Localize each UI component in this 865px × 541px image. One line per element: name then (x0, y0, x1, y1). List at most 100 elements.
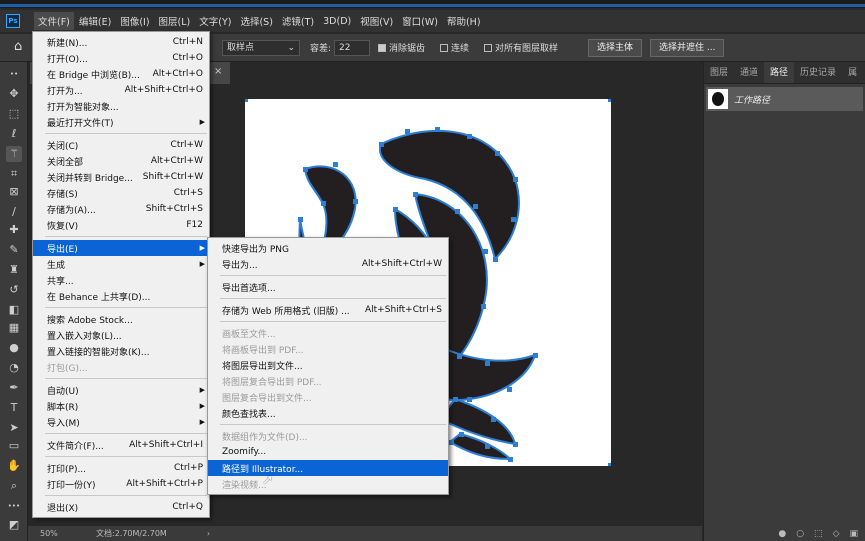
select-subject-button[interactable]: 选择主体 (588, 39, 643, 57)
export-menu-item-5[interactable]: 存储为 Web 所用格式 (旧版) ... Alt+Shift+Ctrl+S (208, 302, 448, 318)
magic-wand-tool-icon[interactable]: ⚚ (6, 146, 22, 162)
blur-tool-icon[interactable]: ● (6, 340, 22, 356)
menu-filter[interactable]: 滤镜(T) (278, 12, 318, 30)
lasso-tool-icon[interactable]: ℓ (6, 126, 22, 142)
eraser-tool-icon[interactable]: ◧ (6, 302, 22, 318)
zoom-level[interactable]: 50% (40, 529, 80, 538)
menu-item-label: Zoomify... (222, 447, 267, 457)
file-menu-item-19[interactable]: 搜索 Adobe Stock... (33, 311, 209, 327)
tab-paths[interactable]: 路径 (764, 62, 795, 83)
close-tab-icon[interactable]: × (214, 66, 222, 77)
add-mask-icon[interactable]: ▣ (849, 529, 858, 539)
more-tools-icon[interactable]: ••• (6, 498, 22, 514)
export-menu-item-12[interactable]: 颜色查找表... (208, 405, 448, 421)
type-tool-icon[interactable]: T (6, 400, 22, 416)
tab-layers[interactable]: 图层 (704, 62, 734, 83)
file-menu-item-20[interactable]: 置入嵌入对象(L)... (33, 327, 209, 343)
zoom-tool-icon[interactable]: ⌕ (6, 478, 22, 494)
menu-layer[interactable]: 图层(L) (155, 12, 195, 30)
file-menu-item-10[interactable]: 存储(S) Ctrl+S (33, 185, 209, 201)
file-menu-item-1[interactable]: 打开(O)... Ctrl+O (33, 50, 209, 66)
file-menu-item-8[interactable]: 关闭全部 Alt+Ctrl+W (33, 153, 209, 169)
export-menu-item-1[interactable]: 导出为... Alt+Shift+Ctrl+W (208, 256, 448, 272)
menu-select[interactable]: 选择(S) (236, 12, 276, 30)
menu-3d[interactable]: 3D(D) (319, 14, 355, 29)
frame-tool-icon[interactable]: ⊠ (6, 184, 22, 200)
brush-tool-icon[interactable]: ✎ (6, 242, 22, 258)
file-menu-item-30[interactable]: 打印(P)... Ctrl+P (33, 460, 209, 476)
menu-item-label: 图层复合导出到文件... (222, 393, 312, 404)
load-selection-icon[interactable]: ⬚ (814, 529, 823, 539)
export-menu-item-3[interactable]: 导出首选项... (208, 279, 448, 295)
home-icon[interactable]: ⌂ (14, 39, 22, 54)
menu-file[interactable]: 文件(F) (34, 12, 74, 30)
file-menu-item-3[interactable]: 打开为... Alt+Shift+Ctrl+O (33, 82, 209, 98)
marquee-tool-icon[interactable]: ⬚ (6, 106, 22, 122)
export-menu-item-16[interactable]: 路径到 Illustrator... (208, 460, 448, 476)
move-tool-icon[interactable]: ✥ (6, 86, 22, 102)
file-menu-item-0[interactable]: 新建(N)... Ctrl+N (33, 34, 209, 50)
tab-history[interactable]: 历史记录 (794, 62, 842, 83)
stamp-tool-icon[interactable]: ♜ (6, 262, 22, 278)
sample-size-select[interactable]: 取样点 ⌄ (222, 40, 300, 56)
fill-path-icon[interactable]: ● (778, 529, 786, 539)
menu-type[interactable]: 文字(Y) (195, 12, 235, 30)
file-menu-item-16[interactable]: 共享... (33, 272, 209, 288)
file-menu-item-5[interactable]: 最近打开文件(T) ▶ (33, 114, 209, 130)
crop-tool-icon[interactable]: ⌗ (6, 166, 22, 182)
hand-tool-icon[interactable]: ✋ (6, 458, 22, 474)
file-menu-item-24[interactable]: 自动(U) ▶ (33, 382, 209, 398)
contiguous-checkbox[interactable]: 连续 (440, 41, 469, 54)
status-bar: 50% 文档:2.70M/2.70M › (28, 526, 702, 541)
chevron-right-icon[interactable]: › (207, 529, 210, 538)
work-path-row[interactable]: 工作路径 (706, 87, 863, 111)
menu-edit[interactable]: 编辑(E) (75, 12, 115, 30)
menu-view[interactable]: 视图(V) (356, 12, 397, 30)
path-selection-tool-icon[interactable]: ➤ (6, 420, 22, 436)
menu-item-label: 将图层复合导出到 PDF... (222, 377, 322, 388)
dodge-tool-icon[interactable]: ◔ (6, 360, 22, 376)
file-menu-item-21[interactable]: 置入链接的智能对象(K)... (33, 343, 209, 359)
export-menu-item-9[interactable]: 将图层导出到文件... (208, 357, 448, 373)
submenu-arrow-icon: ▶ (199, 386, 205, 394)
menu-window[interactable]: 窗口(W) (398, 12, 442, 30)
file-menu-item-17[interactable]: 在 Behance 上共享(D)... (33, 288, 209, 304)
menu-item-label: 恢复(V) (47, 221, 79, 232)
stroke-path-icon[interactable]: ○ (796, 529, 804, 539)
file-menu-item-14[interactable]: 导出(E) ▶ (33, 240, 209, 256)
file-menu-item-2[interactable]: 在 Bridge 中浏览(B)... Alt+Ctrl+O (33, 66, 209, 82)
tolerance-label: 容差: (310, 44, 332, 54)
tab-channels[interactable]: 通道 (734, 62, 764, 83)
menu-image[interactable]: 图像(I) (116, 12, 153, 30)
menu-item-shortcut: Alt+Shift+Ctrl+P (126, 479, 203, 489)
tolerance-input[interactable]: 22 (334, 40, 370, 56)
pen-tool-icon[interactable]: ✒ (6, 380, 22, 396)
file-menu-item-4[interactable]: 打开为智能对象... (33, 98, 209, 114)
file-menu-item-15[interactable]: 生成 ▶ (33, 256, 209, 272)
file-menu-item-9[interactable]: 关闭并转到 Bridge... Shift+Ctrl+W (33, 169, 209, 185)
file-menu-item-12[interactable]: 恢复(V) F12 (33, 217, 209, 233)
color-swatches-icon[interactable]: ◩ (6, 517, 22, 533)
select-and-mask-button[interactable]: 选择并遮住 ... (650, 39, 725, 57)
toolbox: •• ✥ ⬚ ℓ ⚚ ⌗ ⊠ ∕ ✚ ✎ ♜ ↺ ◧ ▦ ● ◔ ✒ T ➤ ▭… (0, 62, 28, 541)
rectangle-tool-icon[interactable]: ▭ (6, 438, 22, 454)
history-brush-tool-icon[interactable]: ↺ (6, 282, 22, 298)
file-menu-item-25[interactable]: 脚本(R) ▶ (33, 398, 209, 414)
file-menu-item-7[interactable]: 关闭(C) Ctrl+W (33, 137, 209, 153)
healing-brush-tool-icon[interactable]: ✚ (6, 222, 22, 238)
file-menu-item-11[interactable]: 存储为(A)... Shift+Ctrl+S (33, 201, 209, 217)
make-path-icon[interactable]: ◇ (833, 529, 840, 539)
file-menu-item-31[interactable]: 打印一份(Y) Alt+Shift+Ctrl+P (33, 476, 209, 492)
menu-help[interactable]: 帮助(H) (443, 12, 485, 30)
file-menu-item-28[interactable]: 文件简介(F)... Alt+Shift+Ctrl+I (33, 437, 209, 453)
file-menu-item-33[interactable]: 退出(X) Ctrl+Q (33, 499, 209, 515)
antialias-checkbox[interactable]: 消除锯齿 (378, 41, 425, 54)
file-menu-item-26[interactable]: 导入(M) ▶ (33, 414, 209, 430)
tab-more[interactable]: 属 (842, 62, 863, 83)
gradient-tool-icon[interactable]: ▦ (6, 320, 22, 336)
export-menu-item-0[interactable]: 快速导出为 PNG (208, 240, 448, 256)
eyedropper-tool-icon[interactable]: ∕ (6, 204, 22, 220)
submenu-arrow-icon: ▶ (199, 244, 205, 252)
all-layers-checkbox[interactable]: 对所有图层取样 (484, 41, 558, 54)
export-menu-item-15[interactable]: Zoomify... (208, 444, 448, 460)
